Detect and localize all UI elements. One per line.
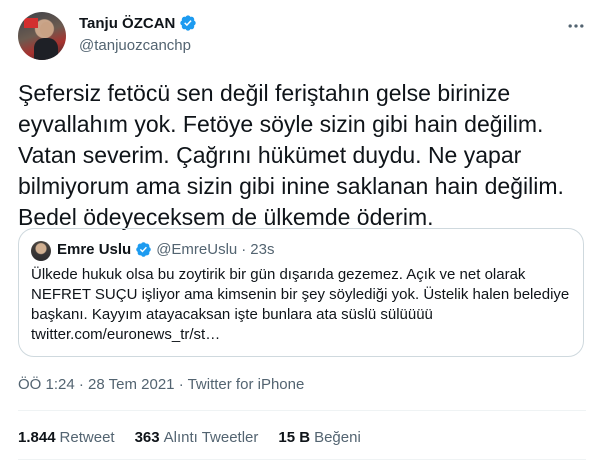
quote-tweets-count: 363 <box>134 429 160 446</box>
quoted-author-avatar <box>31 241 51 261</box>
quote-tweets-stat[interactable]: 363 Alıntı Tweetler <box>135 429 259 446</box>
meta-separator: · <box>178 376 184 393</box>
meta-separator: · <box>78 376 84 393</box>
tweet-card: Tanju ÖZCAN @tanjuozcanchp Şefersiz fetö… <box>0 0 601 460</box>
tweet-text: Şefersiz fetöcü sen değil feriştahın gel… <box>18 80 564 230</box>
quoted-text: Ülkede hukuk olsa bu zoytirik bir gün dı… <box>31 266 570 343</box>
engagement-stats: 1.844 Retweet 363 Alıntı Tweetler 15 B Beğe… <box>18 429 381 446</box>
quoted-tweet[interactable]: Emre Uslu @EmreUslu · 23s Ülkede hukuk o… <box>18 228 584 357</box>
quoted-author-handle: @EmreUslu <box>156 241 238 258</box>
likes-label: Beğeni <box>314 429 361 446</box>
retweets-label: Retweet <box>59 429 115 446</box>
quoted-author-name: Emre Uslu <box>57 241 132 258</box>
divider <box>18 410 586 411</box>
tweet-source[interactable]: Twitter for iPhone <box>188 376 305 393</box>
likes-count: 15 B <box>278 429 311 446</box>
author-display-name[interactable]: Tanju ÖZCAN <box>79 15 175 32</box>
retweets-count: 1.844 <box>18 429 56 446</box>
verified-badge-icon <box>136 242 151 257</box>
author-avatar[interactable] <box>18 12 66 60</box>
quoted-separator: · <box>241 241 247 258</box>
retweets-stat[interactable]: 1.844 Retweet <box>18 429 115 446</box>
quoted-timestamp: 23s <box>250 241 275 258</box>
tweet-meta: ÖÖ 1:24 · 28 Tem 2021 · Twitter for iPho… <box>18 376 304 393</box>
avatar-head <box>40 22 53 37</box>
verified-badge-icon <box>180 15 197 31</box>
quote-tweets-label: Alıntı Tweetler <box>163 429 259 446</box>
tweet-date[interactable]: 28 Tem 2021 <box>88 376 174 393</box>
avatar-flag <box>24 18 38 28</box>
avatar-body <box>34 38 58 60</box>
quoted-author-row: Emre Uslu @EmreUslu · 23s <box>57 241 274 258</box>
author-handle[interactable]: @tanjuozcanchp <box>79 37 191 54</box>
author-name-row[interactable]: Tanju ÖZCAN <box>79 14 197 32</box>
likes-stat[interactable]: 15 B Beğeni <box>278 429 360 446</box>
tweet-time[interactable]: ÖÖ 1:24 <box>18 376 75 393</box>
more-options-icon[interactable] <box>566 16 586 36</box>
